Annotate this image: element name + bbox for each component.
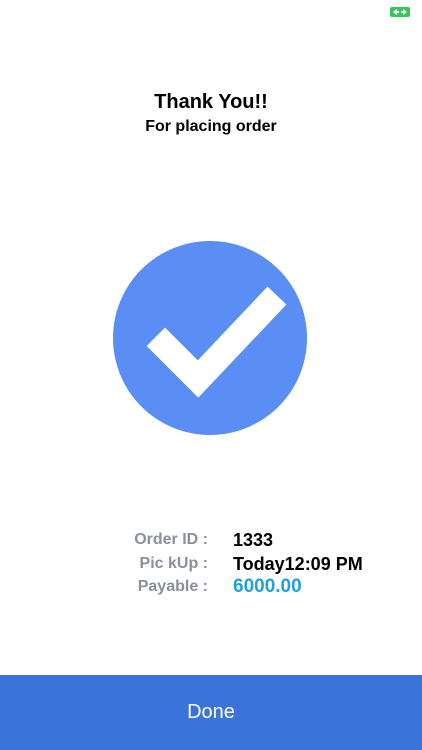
pickup-value: Today12:09 PM (233, 554, 363, 574)
page-title: Thank You!! (154, 91, 268, 113)
order-id-value: 1333 (233, 530, 274, 550)
order-id-row: Order ID : 1333 (0, 529, 422, 553)
payable-row: Payable : 6000.00 (0, 576, 422, 600)
order-id-label: Order ID : (134, 531, 208, 548)
page-subtitle: For placing order (145, 118, 277, 135)
payable-value: 6000.00 (233, 576, 302, 597)
success-checkmark-icon (113, 241, 307, 435)
done-button[interactable]: Done (0, 675, 422, 750)
payable-label: Payable : (137, 578, 208, 595)
status-arrows-icon (390, 7, 410, 17)
pickup-label: Pic kUp : (139, 555, 208, 572)
pickup-row: Pic kUp : Today12:09 PM (0, 553, 422, 577)
